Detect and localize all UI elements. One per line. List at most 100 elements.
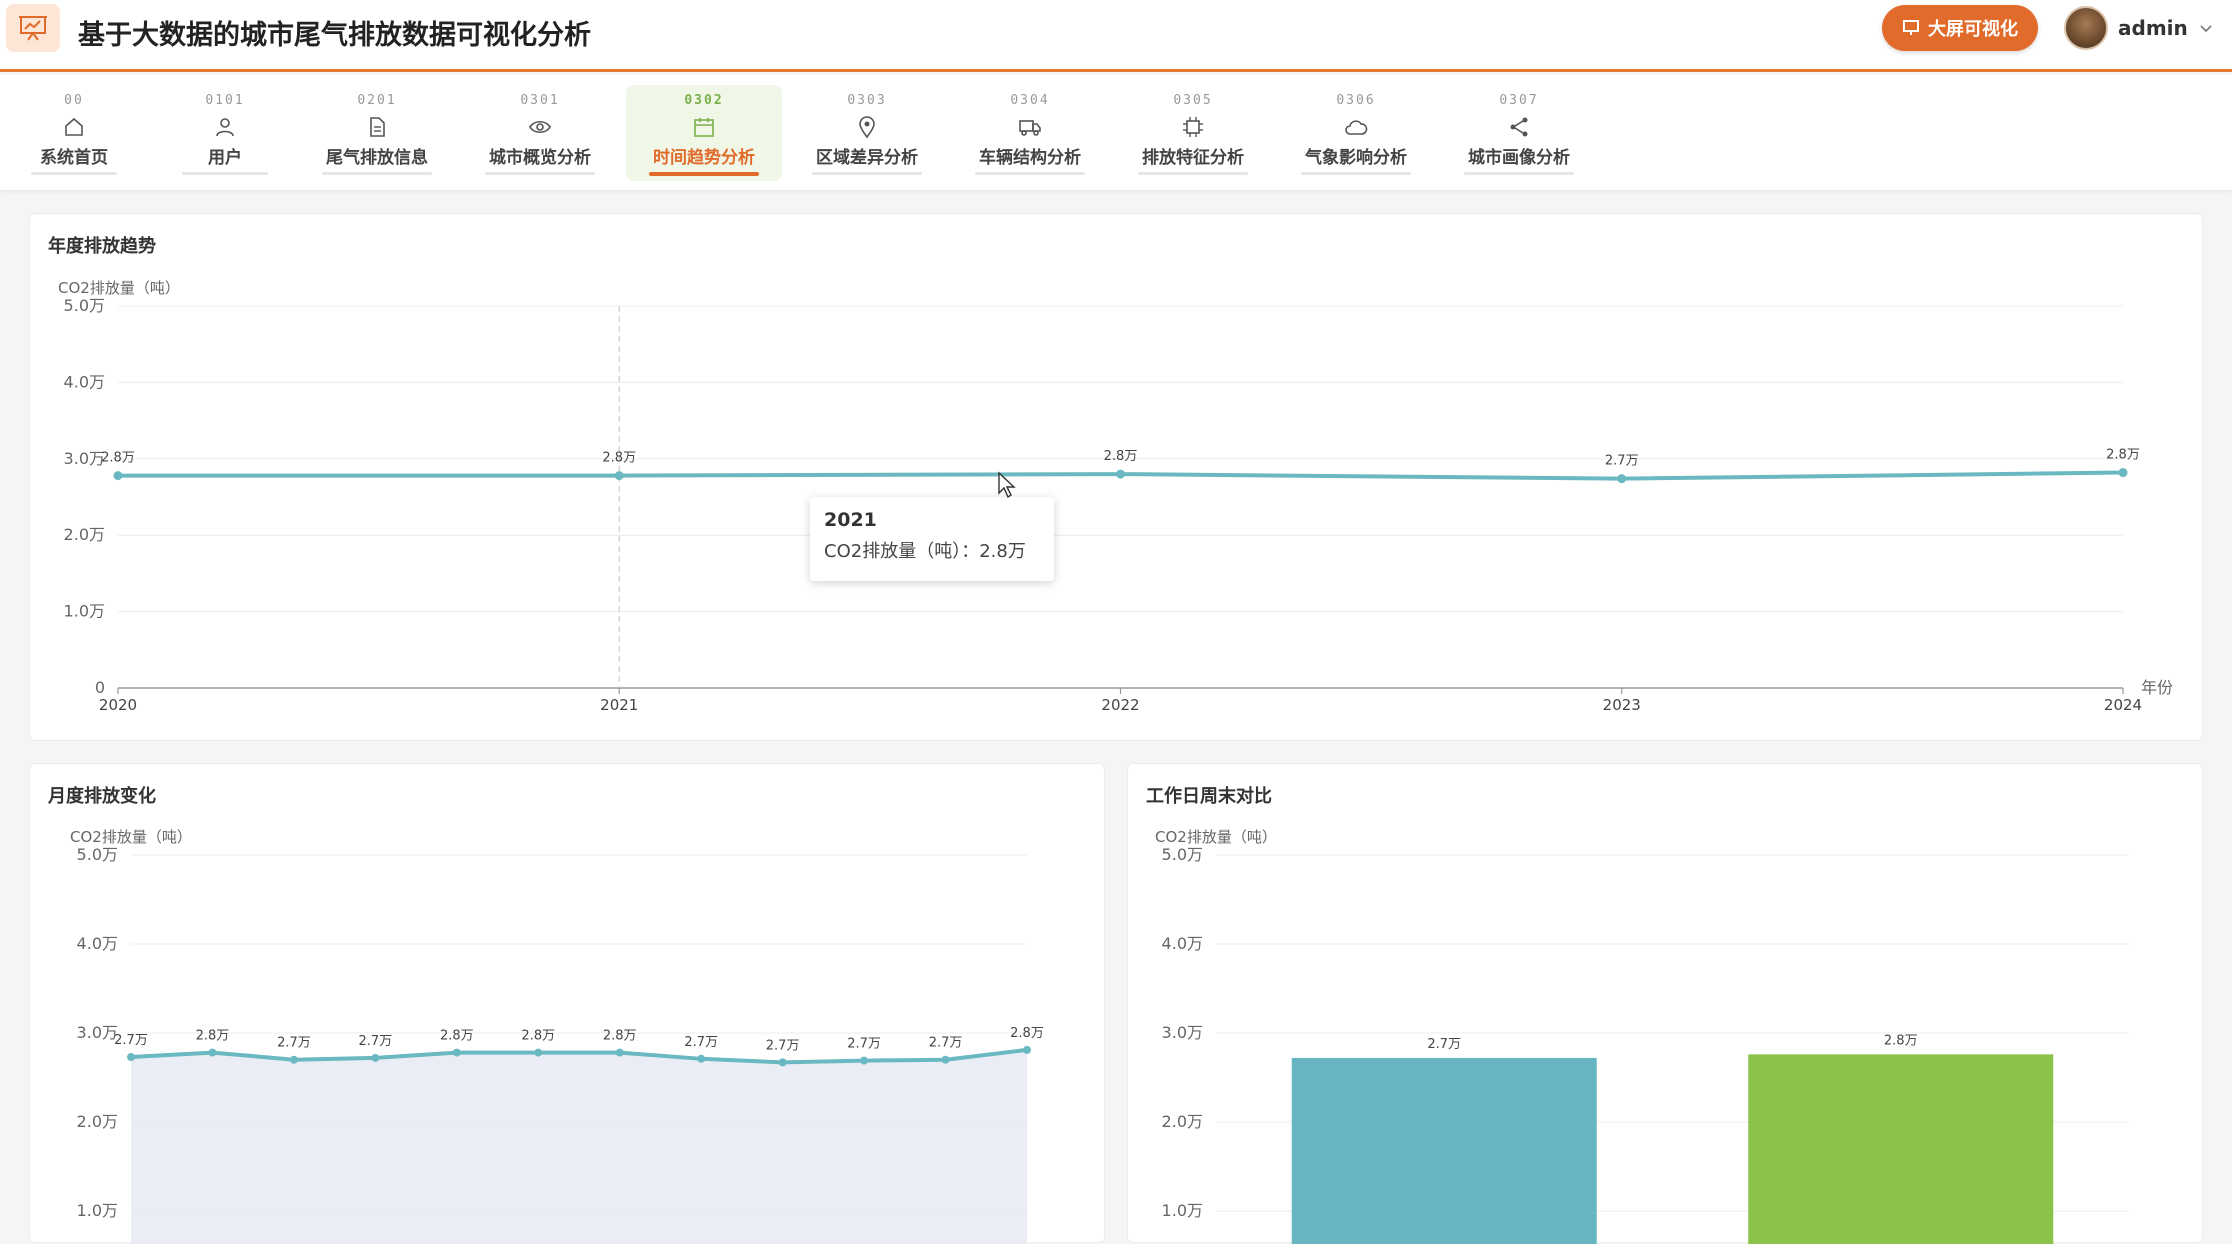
- nav-item-emission-info[interactable]: 0201 尾气排放信息: [318, 85, 436, 181]
- x-tick-label: 2021: [600, 696, 638, 714]
- data-label: 2.8万: [1884, 1033, 1918, 1048]
- data-label: 2.7万: [684, 1035, 718, 1050]
- yearly-trend-chart[interactable]: CO2排放量（吨） 0 1.0万 2.0万 3.0万 4.0万 5.0万年份 2020 2021…: [30, 214, 2204, 742]
- nav-label: 时间趋势分析: [653, 148, 755, 168]
- data-label: 2.7万: [766, 1038, 800, 1053]
- calendar-icon: [694, 118, 714, 137]
- nav-code: 00: [64, 93, 84, 108]
- y-axis-title: CO2排放量（吨）: [1155, 828, 1277, 846]
- x-tick-label: 2023: [1603, 696, 1641, 714]
- presentation-chart-icon[interactable]: [6, 4, 60, 52]
- y-tick-label: 3.0万: [64, 449, 105, 468]
- y-tick-label: 1.0万: [1162, 1201, 1203, 1220]
- data-point: [208, 1048, 217, 1057]
- nav-item-city-overview[interactable]: 0301 城市概览分析: [481, 85, 599, 181]
- bar: [1291, 1057, 1597, 1244]
- y-tick-label: 0: [95, 678, 105, 697]
- nav-underline: [975, 172, 1085, 175]
- y-tick-label: 4.0万: [77, 934, 118, 953]
- data-point: [1617, 474, 1627, 484]
- nav-underline: [812, 172, 922, 175]
- location-pin-icon: [859, 116, 875, 139]
- data-point: [1023, 1045, 1031, 1054]
- x-tick-label: 2024: [2104, 696, 2142, 714]
- nav-underline: [1301, 172, 1411, 175]
- data-label: 2.8万: [1010, 1026, 1044, 1041]
- chevron-down-icon: [2200, 25, 2212, 33]
- data-point: [615, 1048, 624, 1057]
- nav-underline: [485, 172, 595, 175]
- y-tick-label: 1.0万: [64, 602, 105, 621]
- nav-underline: [31, 172, 117, 175]
- cloud-icon: [1345, 120, 1368, 135]
- data-label: 2.7万: [359, 1034, 393, 1049]
- nav-label: 区域差异分析: [816, 148, 918, 168]
- mouse-cursor-icon: [998, 471, 1016, 499]
- data-label: 2.7万: [114, 1033, 148, 1048]
- nav-item-time-trend[interactable]: 0302 时间趋势分析: [626, 85, 782, 181]
- user-menu[interactable]: admin: [2064, 5, 2214, 51]
- nav-item-weather-impact[interactable]: 0306 气象影响分析: [1297, 85, 1415, 181]
- data-label: 2.7万: [847, 1037, 881, 1052]
- weekday-weekend-card: 工作日周末对比 CO2排放量（吨） 1.0万 2.0万 3.0万 4.0万 5.0万 2.7…: [1127, 763, 2204, 1244]
- avatar[interactable]: [2064, 6, 2108, 50]
- data-point: [860, 1056, 869, 1065]
- data-point: [1116, 469, 1125, 479]
- data-label: 2.7万: [1427, 1037, 1461, 1052]
- nav-code: 0306: [1336, 93, 1376, 108]
- y-tick-label: 5.0万: [77, 845, 118, 864]
- data-point: [2118, 468, 2128, 478]
- data-label: 2.7万: [929, 1036, 963, 1051]
- y-tick-label: 5.0万: [1162, 845, 1203, 864]
- nav-item-emission-features[interactable]: 0305 排放特征分析: [1134, 85, 1252, 181]
- data-point: [778, 1058, 787, 1067]
- y-tick-label: 3.0万: [1162, 1023, 1203, 1042]
- nav-label: 城市画像分析: [1468, 148, 1570, 168]
- nav-label: 排放特征分析: [1142, 148, 1244, 168]
- nav-item-regional-diff[interactable]: 0303 区域差异分析: [808, 85, 926, 181]
- nav-item-city-profile[interactable]: 0307 城市画像分析: [1460, 85, 1578, 181]
- y-tick-label: 2.0万: [1162, 1112, 1203, 1131]
- nav-code: 0201: [357, 93, 397, 108]
- nav-item-user[interactable]: 0101 用户: [176, 85, 274, 181]
- document-icon: [370, 117, 385, 137]
- data-label: 2.8万: [603, 1029, 637, 1044]
- data-label: 2.7万: [277, 1036, 311, 1051]
- chart-tooltip: 2021 CO2排放量（吨）：2.8万: [810, 497, 1054, 581]
- y-tick-label: 4.0万: [1162, 934, 1203, 953]
- monitor-icon: [1903, 20, 1919, 35]
- data-label: 2.8万: [2106, 448, 2140, 463]
- nav-underline: [649, 172, 759, 176]
- monthly-change-chart[interactable]: CO2排放量（吨） 1.0万 2.0万 3.0万 4.0万 5.0万 2.7万 2.8万 2.7…: [30, 764, 1106, 1244]
- nav-item-vehicle-structure[interactable]: 0304 车辆结构分析: [971, 85, 1089, 181]
- nav-code: 0304: [1010, 93, 1050, 108]
- nav-code: 0303: [847, 93, 887, 108]
- series-area: [131, 1049, 1027, 1244]
- app-title: 基于大数据的城市尾气排放数据可视化分析: [78, 20, 591, 51]
- yearly-trend-card: 年度排放趋势 CO2排放量（吨） 0 1.0万 2.0万 3.0万 4.0万 5.0万 年份 2…: [29, 213, 2203, 741]
- data-point: [127, 1053, 135, 1062]
- data-point: [941, 1055, 950, 1064]
- big-screen-button[interactable]: 大屏可视化: [1882, 5, 2038, 51]
- weekday-weekend-chart[interactable]: CO2排放量（吨） 1.0万 2.0万 3.0万 4.0万 5.0万 2.7万 2.8万: [1128, 764, 2204, 1244]
- y-tick-label: 2.0万: [77, 1112, 118, 1131]
- home-icon: [65, 117, 83, 136]
- tooltip-title: 2021: [824, 509, 877, 531]
- nav-code: 0305: [1173, 93, 1213, 108]
- y-tick-label: 2.0万: [64, 525, 105, 544]
- y-tick-label: 4.0万: [64, 372, 105, 391]
- user-name: admin: [2118, 16, 2188, 40]
- x-tick-label: 2022: [1101, 696, 1139, 714]
- nav-item-home[interactable]: 00 系统首页: [26, 85, 122, 181]
- data-label: 2.8万: [602, 451, 636, 466]
- data-point: [113, 471, 123, 481]
- x-axis-title: 年份: [2141, 678, 2173, 697]
- nav-label: 系统首页: [40, 148, 108, 168]
- data-point: [614, 471, 624, 481]
- nav-underline: [1138, 172, 1248, 175]
- main-nav: 00 系统首页 0101 用户 0201 尾气排放信息 0301 城市概览分析 …: [0, 75, 2232, 190]
- data-label: 2.8万: [440, 1029, 474, 1044]
- y-axis-title: CO2排放量（吨）: [70, 828, 192, 846]
- nav-label: 尾气排放信息: [326, 148, 428, 168]
- data-label: 2.8万: [101, 451, 135, 466]
